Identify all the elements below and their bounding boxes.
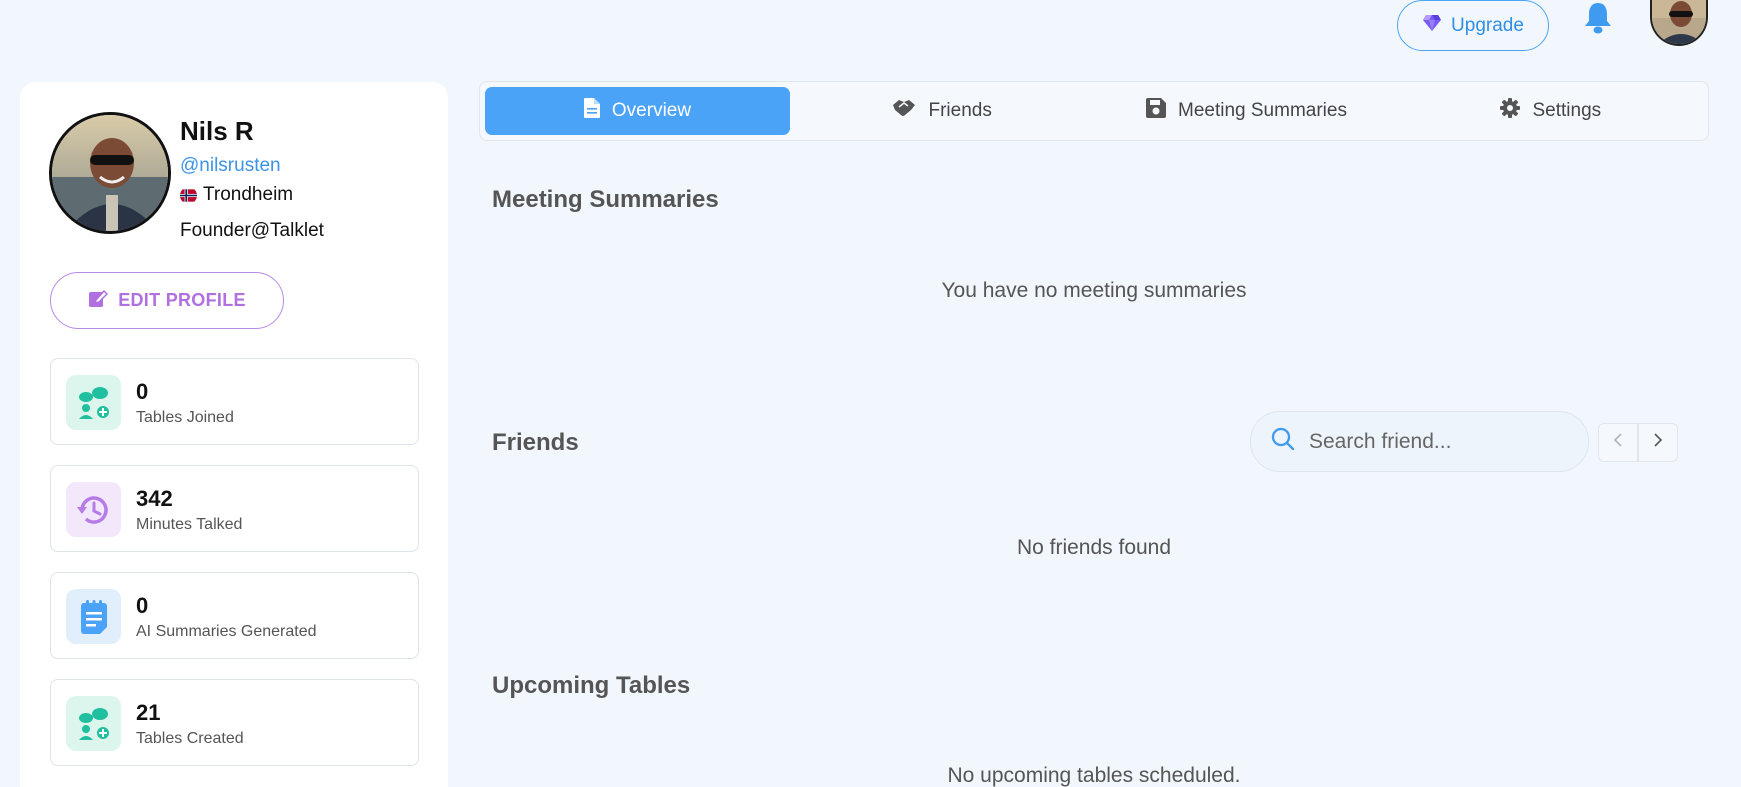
history-clock-icon — [66, 482, 121, 537]
stat-label: Tables Created — [136, 730, 244, 747]
edit-icon — [88, 288, 109, 313]
notepad-icon — [66, 589, 121, 644]
friend-search — [1250, 411, 1589, 472]
previous-page-button[interactable] — [1598, 423, 1638, 462]
handshake-icon — [892, 98, 916, 124]
tab-friends[interactable]: Friends — [790, 87, 1094, 135]
bell-icon — [1583, 1, 1613, 40]
profile-avatar — [49, 112, 171, 234]
tab-meeting-summaries-label: Meeting Summaries — [1178, 100, 1347, 121]
upgrade-button[interactable]: Upgrade — [1397, 0, 1549, 51]
floppy-disk-icon — [1146, 98, 1167, 124]
edit-profile-label: EDIT PROFILE — [118, 290, 246, 310]
search-friend-input[interactable] — [1309, 429, 1569, 454]
gear-icon — [1500, 98, 1521, 124]
stat-label: Tables Joined — [136, 409, 234, 426]
norway-flag-icon — [180, 187, 197, 204]
profile-tabs: Overview Friends Meeting Summaries Setti… — [479, 81, 1709, 141]
chevron-left-icon — [1613, 432, 1623, 453]
user-avatar[interactable] — [1650, 0, 1708, 46]
search-icon — [1271, 427, 1295, 456]
tab-settings[interactable]: Settings — [1399, 87, 1703, 135]
stat-label: Minutes Talked — [136, 516, 243, 533]
stat-label: AI Summaries Generated — [136, 623, 317, 640]
meeting-summaries-empty: You have no meeting summaries — [941, 279, 1247, 302]
profile-card: Nils R @nilsrusten Trondheim Founder@Tal… — [20, 82, 448, 787]
tab-overview-label: Overview — [611, 100, 692, 121]
stat-tables-joined: 0 Tables Joined — [50, 358, 419, 445]
tab-settings-label: Settings — [1532, 100, 1602, 121]
edit-profile-button[interactable]: EDIT PROFILE — [50, 272, 284, 329]
next-page-button[interactable] — [1638, 423, 1678, 462]
upcoming-tables-title: Upcoming Tables — [492, 672, 691, 699]
stat-minutes-talked: 342 Minutes Talked — [50, 465, 419, 552]
upcoming-tables-empty: No upcoming tables scheduled. — [947, 764, 1241, 787]
profile-page: Upgrade Nils R @nilsrusten Trondheim Fou… — [0, 0, 1741, 787]
stat-value: 342 — [136, 486, 173, 511]
tab-overview[interactable]: Overview — [485, 87, 790, 135]
stat-value: 0 — [136, 593, 149, 618]
stat-value: 21 — [136, 700, 161, 725]
stat-tables-created: 21 Tables Created — [50, 679, 419, 766]
tab-friends-label: Friends — [928, 100, 992, 121]
stat-value: 0 — [136, 379, 149, 404]
friends-empty: No friends found — [1016, 536, 1172, 559]
notifications-button[interactable] — [1578, 0, 1618, 40]
tab-meeting-summaries[interactable]: Meeting Summaries — [1094, 87, 1398, 135]
upgrade-label: Upgrade — [1451, 14, 1524, 36]
profile-location-text: Trondheim — [203, 184, 294, 205]
profile-name: Nils R — [180, 116, 254, 146]
chat-group-add-icon — [66, 696, 121, 751]
diamond-icon — [1422, 14, 1442, 38]
chat-group-add-icon — [66, 375, 121, 430]
chevron-right-icon — [1653, 432, 1663, 453]
friends-title: Friends — [492, 429, 579, 456]
profile-location: Trondheim — [180, 184, 293, 206]
document-icon — [583, 98, 600, 124]
profile-bio: Founder@Talklet — [180, 220, 324, 241]
stat-ai-summaries: 0 AI Summaries Generated — [50, 572, 419, 659]
profile-handle[interactable]: @nilsrusten — [180, 155, 281, 177]
meeting-summaries-title: Meeting Summaries — [492, 186, 719, 213]
